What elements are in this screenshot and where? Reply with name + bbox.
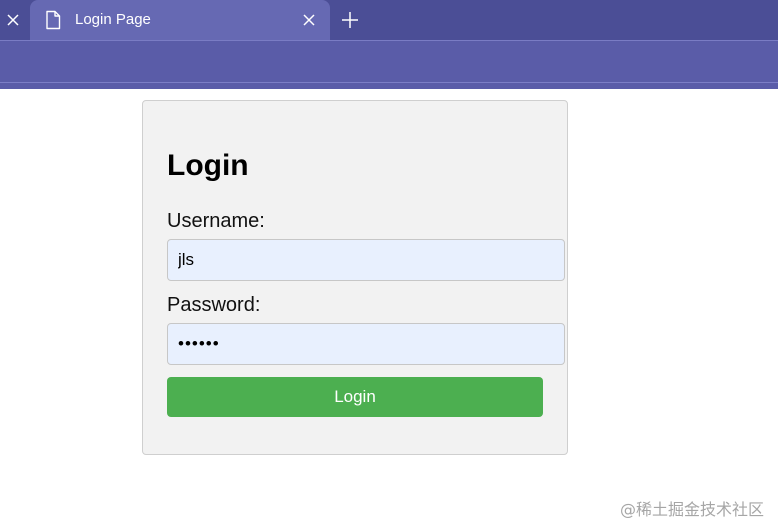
page-title: Login — [167, 149, 249, 182]
login-button[interactable]: Login — [167, 377, 543, 417]
password-label: Password: — [167, 294, 261, 316]
browser-tab-bar: Login Page — [0, 0, 778, 42]
close-icon[interactable] — [300, 11, 318, 29]
password-input[interactable] — [167, 323, 565, 365]
close-icon[interactable] — [0, 0, 26, 40]
document-icon — [44, 10, 62, 30]
watermark: @稀土掘金技术社区 — [619, 500, 764, 519]
browser-toolbar — [0, 40, 778, 89]
toolbar-divider — [0, 82, 778, 83]
tab-title: Login Page — [75, 11, 151, 28]
active-tab[interactable]: Login Page — [30, 0, 330, 42]
plus-icon[interactable] — [338, 8, 362, 32]
login-form-card: Login Username: Password: Login — [142, 100, 568, 455]
username-input[interactable] — [167, 239, 565, 281]
username-label: Username: — [167, 210, 265, 232]
